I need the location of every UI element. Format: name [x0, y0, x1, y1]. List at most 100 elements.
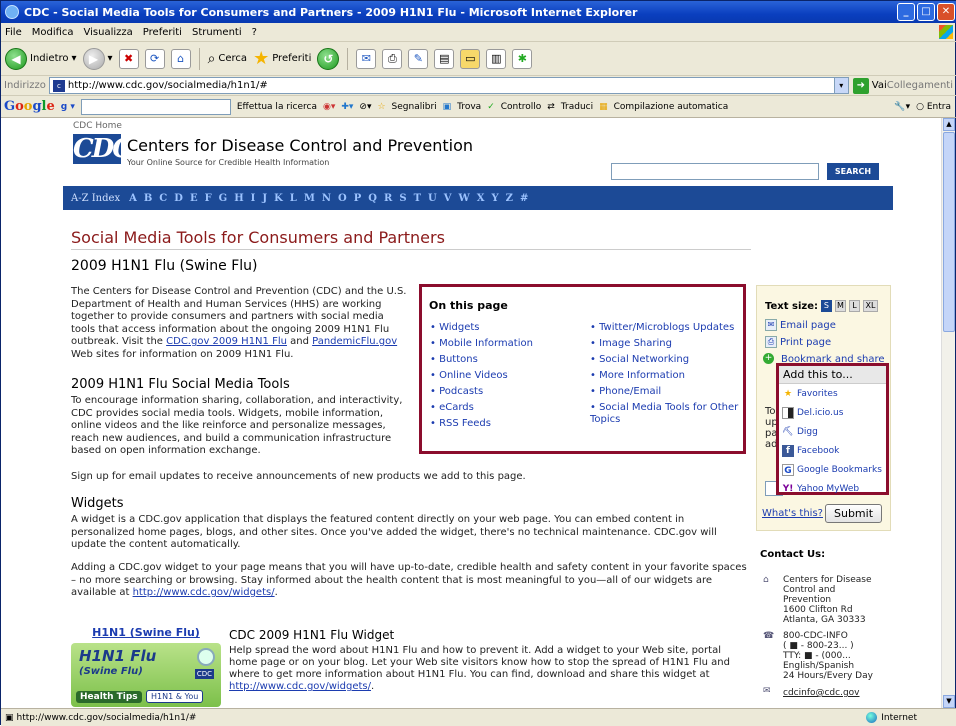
- az-letter[interactable]: F: [205, 193, 212, 204]
- google-menu-icon[interactable]: g ▾: [61, 102, 75, 112]
- az-letter[interactable]: U: [428, 193, 437, 204]
- onpage-link[interactable]: Buttons: [430, 354, 533, 366]
- az-letter[interactable]: O: [338, 193, 347, 204]
- pandemicflu-link[interactable]: PandemicFlu.gov: [312, 336, 397, 347]
- widget-link[interactable]: http://www.cdc.gov/widgets/: [229, 681, 371, 692]
- email-page-link[interactable]: ✉ Email page: [765, 319, 836, 331]
- menu-help[interactable]: ?: [252, 27, 257, 38]
- az-letter[interactable]: E: [190, 193, 198, 204]
- az-letter[interactable]: X: [477, 193, 485, 204]
- popup-blocker-icon[interactable]: ⊘▾: [359, 102, 371, 112]
- az-letter[interactable]: C: [159, 193, 167, 204]
- address-dropdown-icon[interactable]: ▾: [833, 78, 848, 93]
- az-letter[interactable]: Y: [492, 193, 499, 204]
- onpage-link[interactable]: Widgets: [430, 322, 533, 334]
- print-page-link[interactable]: ⎙ Print page: [765, 336, 831, 348]
- az-letter[interactable]: R: [384, 193, 392, 204]
- google-search-input[interactable]: [80, 98, 231, 115]
- google-autofill-button[interactable]: Compilazione automatica: [614, 102, 729, 112]
- address-input[interactable]: c http://www.cdc.gov/socialmedia/h1n1/# …: [48, 77, 849, 94]
- wrench-icon[interactable]: 🔧▾: [894, 102, 910, 112]
- onpage-link[interactable]: RSS Feeds: [430, 418, 533, 430]
- bookmark-favorites[interactable]: ★ Favorites: [779, 384, 886, 403]
- favorites-button[interactable]: ★ Preferiti: [253, 48, 311, 69]
- folder-icon[interactable]: ▭: [460, 48, 481, 69]
- cdc-home-link[interactable]: CDC Home: [73, 121, 122, 131]
- az-letter[interactable]: M: [304, 193, 315, 204]
- az-letter[interactable]: G: [219, 193, 228, 204]
- az-letter[interactable]: K: [274, 193, 283, 204]
- forward-button[interactable]: ▶ ▾: [82, 47, 113, 70]
- minimize-button[interactable]: _: [897, 3, 915, 21]
- az-letter[interactable]: P: [354, 193, 362, 204]
- close-button[interactable]: ✕: [937, 3, 955, 21]
- google-search-button[interactable]: Effettua la ricerca: [237, 102, 317, 112]
- text-size-xl[interactable]: XL: [862, 300, 878, 312]
- scroll-thumb[interactable]: [943, 132, 955, 332]
- menu-visualizza[interactable]: Visualizza: [84, 27, 133, 38]
- history-icon[interactable]: ↺: [317, 47, 340, 70]
- az-letter[interactable]: B: [144, 193, 152, 204]
- bookmark-delicious[interactable]: Del.icio.us: [779, 403, 886, 422]
- google-plus-icon[interactable]: ✚▾: [341, 102, 353, 112]
- az-letter[interactable]: H: [234, 193, 243, 204]
- links-label[interactable]: Collegamenti: [887, 80, 956, 91]
- bookmark-facebook[interactable]: f Facebook: [779, 441, 886, 460]
- site-search-input[interactable]: [611, 163, 819, 180]
- messenger-icon[interactable]: ✱: [512, 48, 533, 69]
- onpage-link[interactable]: Twitter/Microblogs Updates: [590, 322, 740, 334]
- bookmark-google[interactable]: G Google Bookmarks: [779, 460, 886, 479]
- menu-preferiti[interactable]: Preferiti: [143, 27, 182, 38]
- refresh-icon[interactable]: ⟳: [144, 48, 165, 69]
- menu-file[interactable]: File: [5, 27, 22, 38]
- signin-button[interactable]: ○ Entra: [916, 102, 956, 112]
- onpage-link[interactable]: eCards: [430, 402, 533, 414]
- print-icon[interactable]: ⎙: [382, 48, 403, 69]
- discuss-icon[interactable]: ▤: [434, 48, 455, 69]
- onpage-link[interactable]: Social Media Tools for Other Topics: [590, 402, 740, 426]
- h1n1-widget-image[interactable]: H1N1 Flu (Swine Flu) CDC Health Tips H1N…: [71, 643, 221, 707]
- text-size-l[interactable]: L: [848, 300, 860, 312]
- az-letter[interactable]: V: [444, 193, 452, 204]
- site-search-button[interactable]: SEARCH: [827, 163, 879, 180]
- az-letter[interactable]: Z: [506, 193, 513, 204]
- onpage-link[interactable]: More Information: [590, 370, 740, 382]
- az-letter[interactable]: Q: [368, 193, 377, 204]
- az-letter[interactable]: #: [520, 193, 528, 204]
- az-letter[interactable]: T: [414, 193, 421, 204]
- onpage-link[interactable]: Podcasts: [430, 386, 533, 398]
- onpage-link[interactable]: Phone/Email: [590, 386, 740, 398]
- menu-strumenti[interactable]: Strumenti: [192, 27, 242, 38]
- onpage-link[interactable]: Online Videos: [430, 370, 533, 382]
- google-translate-button[interactable]: Traduci: [561, 102, 593, 112]
- onpage-link[interactable]: Social Networking: [590, 354, 740, 366]
- bookmark-yahoo[interactable]: Y! Yahoo MyWeb: [779, 479, 886, 498]
- scroll-up-icon[interactable]: ▲: [943, 118, 955, 131]
- cdc-logo[interactable]: CDC: [73, 134, 133, 164]
- google-bookmarks-button[interactable]: Segnalibri: [392, 102, 437, 112]
- cdc-h1n1-link[interactable]: CDC.gov 2009 H1N1 Flu: [166, 336, 287, 347]
- maximize-button[interactable]: □: [917, 3, 935, 21]
- az-letter[interactable]: D: [174, 193, 183, 204]
- az-letter[interactable]: J: [262, 193, 267, 204]
- google-pagerank-icon[interactable]: ◉▾: [323, 102, 335, 112]
- stop-icon[interactable]: ✖: [118, 48, 139, 69]
- bookmark-digg[interactable]: ⛏ Digg: [779, 422, 886, 441]
- onpage-link[interactable]: Image Sharing: [590, 338, 740, 350]
- onpage-link[interactable]: Mobile Information: [430, 338, 533, 350]
- mail-icon[interactable]: ✉: [356, 48, 377, 69]
- az-letter[interactable]: W: [459, 193, 470, 204]
- az-index-link[interactable]: A-Z Index: [71, 193, 120, 204]
- az-letter[interactable]: N: [322, 193, 331, 204]
- back-button[interactable]: ◀ Indietro ▾: [5, 47, 77, 70]
- google-check-button[interactable]: Controllo: [501, 102, 542, 112]
- search-button[interactable]: ⌕ Cerca: [208, 51, 248, 67]
- text-size-m[interactable]: M: [834, 300, 846, 312]
- az-letter[interactable]: I: [251, 193, 256, 204]
- az-letter[interactable]: S: [399, 193, 406, 204]
- whats-this-link[interactable]: What's this?: [762, 508, 823, 519]
- research-icon[interactable]: ▥: [486, 48, 507, 69]
- az-letter[interactable]: L: [290, 193, 297, 204]
- google-find-button[interactable]: Trova: [457, 102, 481, 112]
- edit-icon[interactable]: ✎: [408, 48, 429, 69]
